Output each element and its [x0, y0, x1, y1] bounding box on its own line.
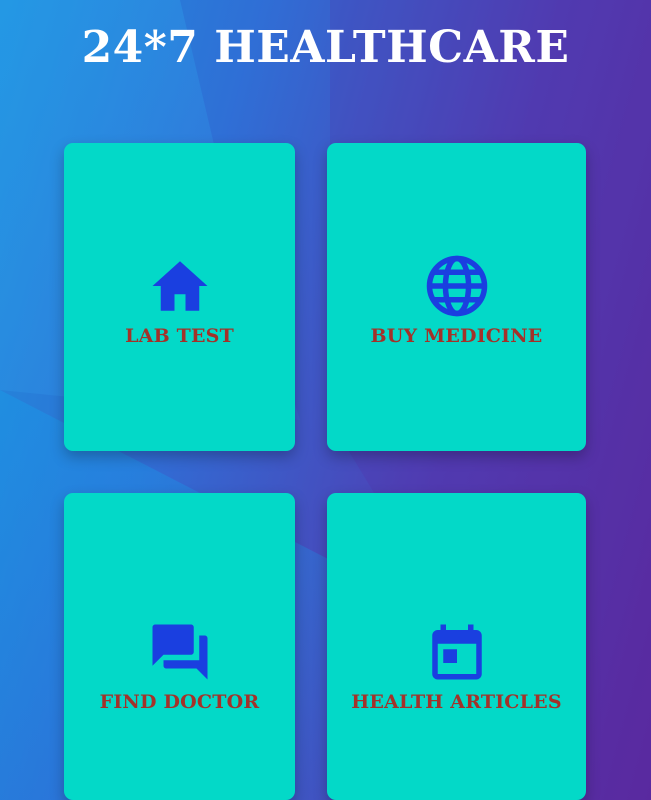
- find-doctor-card[interactable]: FIND DOCTOR: [64, 493, 295, 800]
- home-icon: [147, 253, 213, 319]
- lab-test-label: LAB TEST: [125, 325, 234, 347]
- find-doctor-label: FIND DOCTOR: [99, 690, 260, 713]
- buy-medicine-card[interactable]: BUY MEDICINE: [327, 143, 586, 451]
- app-title: 24*7 HEALTHCARE: [81, 22, 570, 73]
- lab-test-card[interactable]: LAB TEST: [64, 143, 295, 451]
- globe-icon: [424, 253, 490, 319]
- calendar-icon: [424, 619, 490, 685]
- buy-medicine-label: BUY MEDICINE: [370, 325, 543, 347]
- chat-icon: [147, 619, 213, 685]
- health-articles-card[interactable]: HEALTH ARTICLES: [327, 493, 586, 800]
- health-articles-label: HEALTH ARTICLES: [351, 690, 562, 713]
